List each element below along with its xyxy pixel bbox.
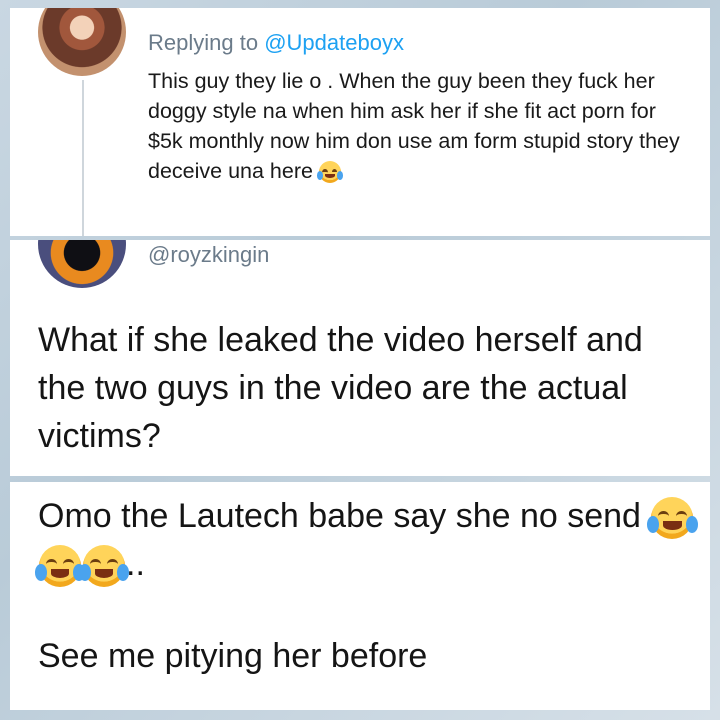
laughing-tears-emoji-icon (647, 497, 698, 540)
thread-connector-line (82, 80, 84, 236)
user-handle[interactable]: @royzkingin (148, 242, 269, 268)
laughing-tears-emoji-icon (316, 161, 344, 184)
avatar[interactable] (38, 240, 126, 288)
royz-tweet-card: @royzkingin What if she leaked the video… (10, 240, 710, 476)
tweet-text-line2: See me pitying her before (38, 637, 428, 675)
tweet-body: This guy they lie o . When the guy been … (148, 69, 680, 183)
laughing-tears-emoji-icon (34, 545, 86, 588)
replying-to-handle-link[interactable]: @Updateboyx (264, 30, 404, 55)
replying-to-label: Replying to (148, 30, 259, 55)
tweet-text: This guy they lie o . When the guy been … (148, 66, 696, 186)
avatar[interactable] (38, 8, 126, 76)
tweet-text-line1: Omo the Lautech babe say she no send .. (34, 492, 698, 588)
reply-tweet-card: Replying to @Updateboyx This guy they li… (10, 8, 710, 236)
laughing-tears-emoji-icon (78, 545, 130, 588)
replying-to-line: Replying to @Updateboyx (148, 30, 404, 56)
tweet-line1-text: Omo the Lautech babe say she no send (38, 497, 641, 535)
tweet-text: What if she leaked the video herself and… (38, 321, 643, 455)
omo-tweet-card: Omo the Lautech babe say she no send .. … (10, 482, 710, 710)
tweet-line1-suffix: .. (126, 545, 145, 583)
